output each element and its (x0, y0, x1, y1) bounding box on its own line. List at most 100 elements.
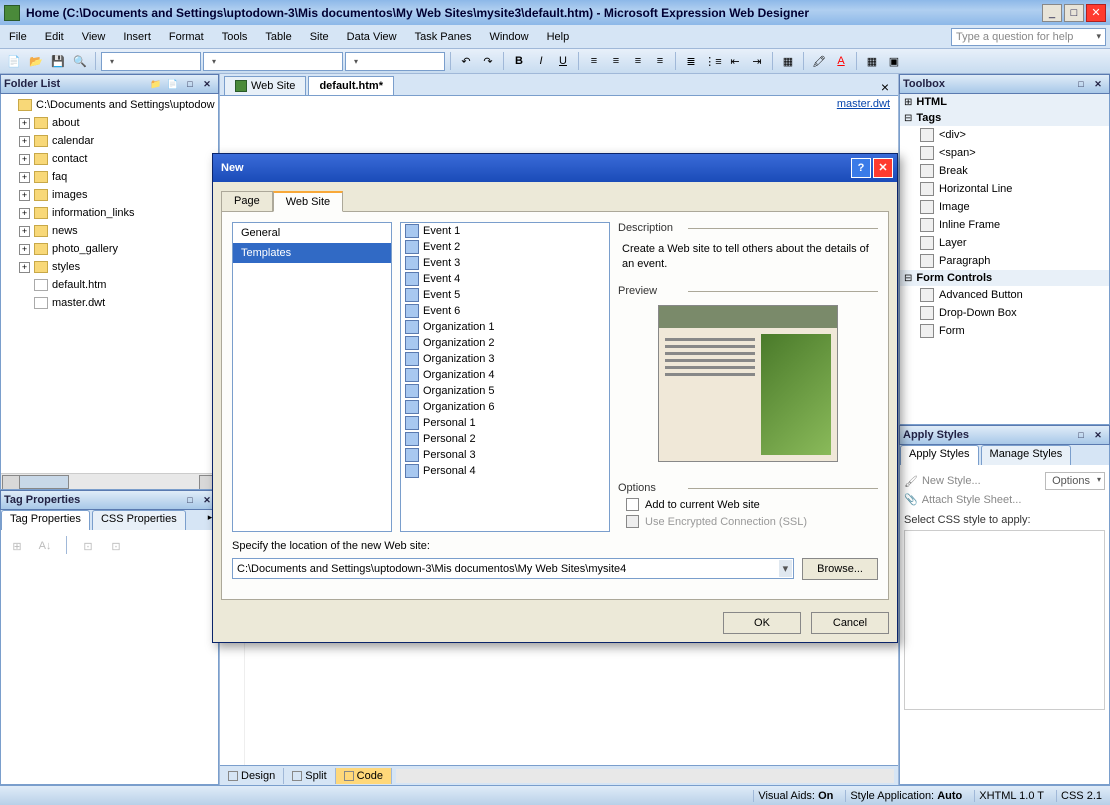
template-item[interactable]: Event 1 (401, 223, 609, 239)
save-icon[interactable]: 💾 (48, 51, 68, 71)
panel-close-icon[interactable]: ✕ (1090, 428, 1106, 442)
underline-icon[interactable]: U (553, 51, 573, 71)
menu-site[interactable]: Site (301, 31, 338, 43)
menu-edit[interactable]: Edit (36, 31, 73, 43)
template-item[interactable]: Organization 3 (401, 351, 609, 367)
view-split[interactable]: Split (284, 768, 335, 784)
tab-default-htm[interactable]: default.htm* (308, 76, 394, 95)
sort-category-icon[interactable]: ⊞ (7, 536, 27, 556)
align-center-icon[interactable]: ≡ (606, 51, 626, 71)
dialog-tab-page[interactable]: Page (221, 191, 273, 212)
new-folder-icon[interactable]: 📁 (148, 77, 164, 91)
expand-icon[interactable]: + (19, 154, 30, 165)
show-all-icon[interactable]: ⊡ (106, 536, 126, 556)
tab-close-icon[interactable]: × (876, 79, 894, 95)
template-item[interactable]: Organization 4 (401, 367, 609, 383)
menu-insert[interactable]: Insert (114, 31, 160, 43)
tab-managestyles[interactable]: Manage Styles (981, 445, 1072, 465)
template-item[interactable]: Event 6 (401, 303, 609, 319)
newstyle-link[interactable]: New Style... (922, 475, 981, 487)
help-button[interactable]: ? (851, 158, 871, 178)
tree-item[interactable]: +information_links (3, 204, 216, 222)
add-to-current-checkbox[interactable] (626, 498, 639, 511)
template-item[interactable]: Organization 2 (401, 335, 609, 351)
template-item[interactable]: Personal 4 (401, 463, 609, 479)
numbered-list-icon[interactable]: ≣ (681, 51, 701, 71)
tab-cssproperties[interactable]: CSS Properties (92, 510, 186, 530)
tree-item[interactable]: +photo_gallery (3, 240, 216, 258)
italic-icon[interactable]: I (531, 51, 551, 71)
borders-icon[interactable]: ▦ (778, 51, 798, 71)
template-item[interactable]: Event 3 (401, 255, 609, 271)
align-right-icon[interactable]: ≡ (628, 51, 648, 71)
toolbox-item[interactable]: <span> (900, 144, 1109, 162)
tree-item[interactable]: +news (3, 222, 216, 240)
toolbox-item[interactable]: Advanced Button (900, 286, 1109, 304)
menu-file[interactable]: File (0, 31, 36, 43)
show-set-icon[interactable]: ⊡ (78, 536, 98, 556)
preview-icon[interactable]: 🔍 (70, 51, 90, 71)
panel-menu-icon[interactable]: □ (1073, 77, 1089, 91)
toolbox-item[interactable]: Layer (900, 234, 1109, 252)
options-dropdown[interactable]: Options (1045, 472, 1105, 490)
toolbox-item[interactable]: Horizontal Line (900, 180, 1109, 198)
template-item[interactable]: Personal 2 (401, 431, 609, 447)
attach-link[interactable]: Attach Style Sheet... (922, 494, 1022, 506)
expand-icon[interactable]: + (19, 226, 30, 237)
expand-icon[interactable]: + (19, 208, 30, 219)
toolbox-item[interactable]: <div> (900, 126, 1109, 144)
toolbox-section[interactable]: Tags (900, 110, 1109, 126)
undo-icon[interactable]: ↶ (456, 51, 476, 71)
ok-button[interactable]: OK (723, 612, 801, 634)
size-dropdown[interactable] (345, 52, 445, 71)
tree-root[interactable]: C:\Documents and Settings\uptodow (3, 96, 216, 114)
close-button[interactable]: ✕ (1086, 4, 1106, 22)
master-page-link[interactable]: master.dwt (220, 96, 898, 112)
toolbox-item[interactable]: Form (900, 322, 1109, 340)
template-item[interactable]: Organization 6 (401, 399, 609, 415)
tree-item[interactable]: +contact (3, 150, 216, 168)
expand-icon[interactable]: + (19, 190, 30, 201)
dialog-tab-website[interactable]: Web Site (273, 191, 343, 212)
style-list[interactable] (904, 530, 1105, 710)
dialog-close-button[interactable]: ✕ (873, 158, 893, 178)
menu-tools[interactable]: Tools (213, 31, 257, 43)
tree-item[interactable]: master.dwt (3, 294, 216, 312)
location-input[interactable]: C:\Documents and Settings\uptodown-3\Mis… (232, 558, 794, 579)
expand-icon[interactable]: + (19, 244, 30, 255)
expand-icon[interactable]: + (19, 262, 30, 273)
menu-taskpanes[interactable]: Task Panes (406, 31, 481, 43)
bullet-list-icon[interactable]: ⋮≡ (703, 51, 723, 71)
expand-icon[interactable]: + (19, 172, 30, 183)
template-item[interactable]: Personal 1 (401, 415, 609, 431)
tree-item[interactable]: +faq (3, 168, 216, 186)
toolbox-item[interactable]: Inline Frame (900, 216, 1109, 234)
font-color-icon[interactable]: A (831, 51, 851, 71)
menu-help[interactable]: Help (538, 31, 579, 43)
template-list[interactable]: Event 1Event 2Event 3Event 4Event 5Event… (400, 222, 610, 532)
tree-item[interactable]: +images (3, 186, 216, 204)
table-icon[interactable]: ▦ (862, 51, 882, 71)
browse-button[interactable]: Browse... (802, 558, 878, 580)
panel-close-icon[interactable]: ✕ (199, 77, 215, 91)
view-design[interactable]: Design (220, 768, 284, 784)
dialog-titlebar[interactable]: New ? ✕ (213, 154, 897, 182)
panel-close-icon[interactable]: ✕ (1090, 77, 1106, 91)
category-item[interactable]: Templates (233, 243, 391, 263)
template-item[interactable]: Event 2 (401, 239, 609, 255)
tree-item[interactable]: default.htm (3, 276, 216, 294)
menu-format[interactable]: Format (160, 31, 213, 43)
maximize-button[interactable]: □ (1064, 4, 1084, 22)
panel-menu-icon[interactable]: □ (1073, 428, 1089, 442)
panel-menu-icon[interactable]: □ (182, 77, 198, 91)
tree-item[interactable]: +calendar (3, 132, 216, 150)
category-list[interactable]: GeneralTemplates (232, 222, 392, 532)
menu-dataview[interactable]: Data View (338, 31, 406, 43)
cancel-button[interactable]: Cancel (811, 612, 889, 634)
tab-applystyles[interactable]: Apply Styles (900, 445, 979, 465)
new-page-icon[interactable]: 📄 (165, 77, 181, 91)
style-dropdown[interactable] (101, 52, 201, 71)
template-item[interactable]: Personal 3 (401, 447, 609, 463)
h-scrollbar[interactable] (1, 473, 218, 489)
align-left-icon[interactable]: ≡ (584, 51, 604, 71)
